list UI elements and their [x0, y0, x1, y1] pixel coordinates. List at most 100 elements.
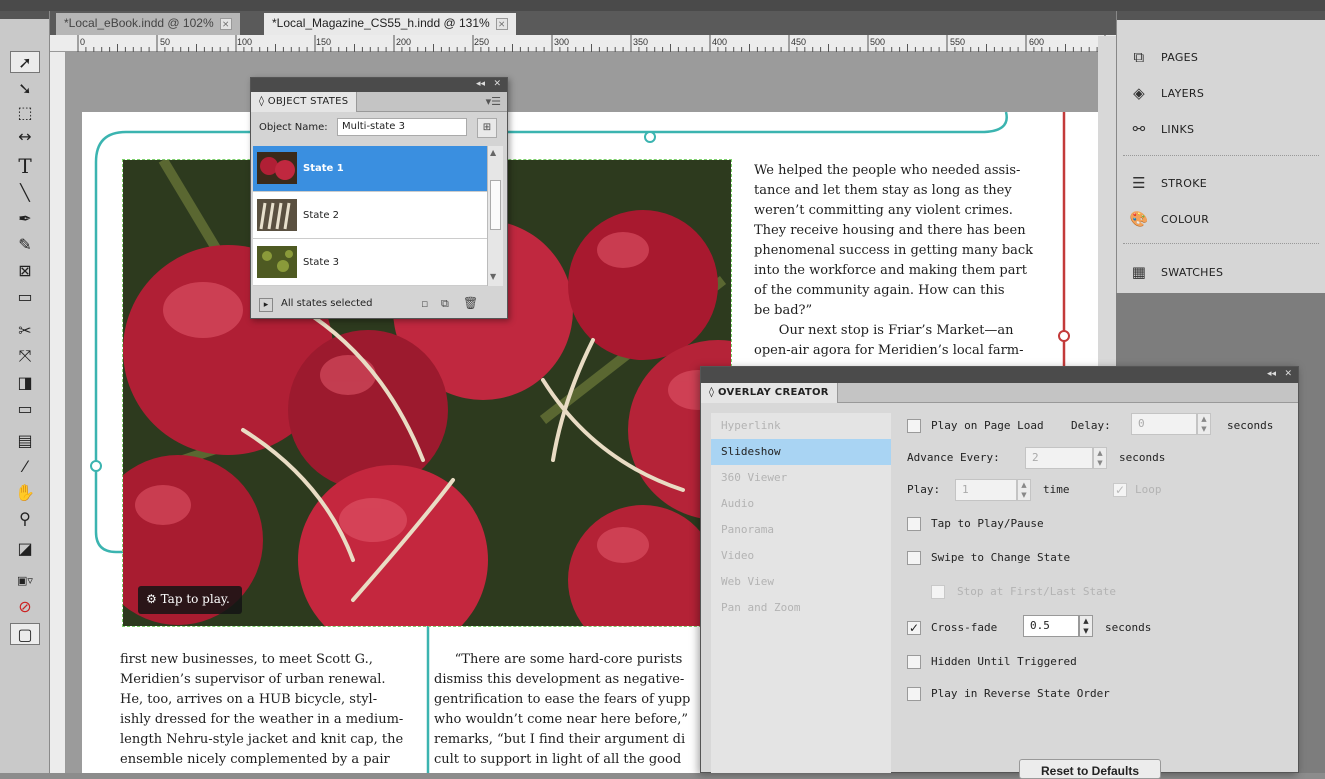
nav-pan-and-zoom[interactable]: Pan and Zoom [711, 595, 891, 621]
panel-dock-header[interactable] [1117, 11, 1325, 20]
direct-selection-tool-icon[interactable]: ➘ [10, 77, 40, 99]
play-label: Play: [907, 483, 941, 496]
eyedropper-tool-icon[interactable]: ⁄ [10, 455, 40, 477]
page-tool-icon[interactable]: ⬚ [10, 101, 40, 123]
swipe-checkbox[interactable] [907, 551, 921, 565]
stop-at-first-last-checkbox[interactable] [931, 585, 945, 599]
rectangle-tool-icon[interactable]: ▭ [10, 285, 40, 307]
state-list-scrollbar[interactable]: ▲ ▼ [487, 146, 503, 286]
reverse-order-label: Play in Reverse State Order [931, 687, 1110, 700]
nav-360-viewer[interactable]: 360 Viewer [711, 465, 891, 491]
advance-every-stepper[interactable]: ▲ ▼ [1093, 447, 1107, 469]
reset-to-defaults-button[interactable]: Reset to Defaults [1019, 759, 1161, 779]
nav-slideshow[interactable]: Slideshow [711, 439, 891, 465]
tap-to-play-badge[interactable]: ⚙ Tap to play. [138, 586, 242, 614]
tools-panel-header[interactable] [0, 11, 49, 19]
crossfade-stepper[interactable]: ▲ ▼ [1079, 615, 1093, 637]
ruler-label: 100 [237, 37, 253, 47]
line-tool-icon[interactable]: ╲ [10, 181, 40, 203]
selection-tool-icon[interactable]: ➚ [10, 51, 40, 73]
delay-field[interactable]: 0 [1131, 413, 1197, 435]
pen-tool-icon[interactable]: ✒ [10, 207, 40, 229]
gradient-swatch-tool-icon[interactable]: ◨ [10, 371, 40, 393]
type-tool-icon[interactable]: T [10, 154, 40, 178]
article-column-right[interactable]: We helped the people who needed assis- t… [754, 161, 1094, 373]
article-column-middle[interactable]: “There are some hard-core purists dismis… [434, 650, 710, 773]
state-row[interactable]: State 1 [253, 146, 487, 192]
nav-panorama[interactable]: Panorama [711, 517, 891, 543]
new-state-icon[interactable]: ⧉ [441, 297, 449, 311]
horizontal-ruler[interactable]: 0 50 100 150 200 250 300 350 400 450 500… [50, 35, 1116, 52]
scroll-up-icon[interactable]: ▲ [490, 148, 496, 157]
panel-layers[interactable]: ◈ LAYERS [1127, 79, 1317, 107]
trash-icon[interactable]: 🗑 [463, 296, 478, 310]
preview-icon[interactable]: ▸ [259, 298, 273, 312]
close-icon[interactable]: ⨯ [495, 18, 508, 30]
document-tab-bar: *Local_eBook.indd @ 102% ⨯ *Local_Magazin… [50, 11, 1116, 35]
screen-mode-icon[interactable]: ▢ [10, 623, 40, 645]
path-handle[interactable] [644, 131, 656, 143]
advance-every-field[interactable]: 2 [1025, 447, 1093, 469]
rectangle-frame-tool-icon[interactable]: ⊠ [10, 259, 40, 281]
zoom-tool-icon[interactable]: ⚲ [10, 507, 40, 529]
document-tab-magazine[interactable]: *Local_Magazine_CS55_h.indd @ 131% ⨯ [264, 13, 516, 35]
nav-video[interactable]: Video [711, 543, 891, 569]
nav-web-view[interactable]: Web View [711, 569, 891, 595]
collapse-icon[interactable]: ◂◂ [1267, 369, 1276, 379]
panel-pages[interactable]: ⧉ PAGES [1127, 43, 1317, 71]
state-row[interactable]: State 2 [253, 193, 487, 239]
note-tool-icon[interactable]: ▤ [10, 429, 40, 451]
gradient-feather-tool-icon[interactable]: ▭ [10, 397, 40, 419]
panel-menu-icon[interactable]: ▾☰ [486, 95, 501, 108]
panel-label: SWATCHES [1161, 265, 1224, 279]
formatting-icon[interactable]: ▣▿ [10, 569, 40, 591]
panel-stroke[interactable]: ☰ STROKE [1127, 169, 1317, 197]
crossfade-checkbox[interactable]: ✓ [907, 621, 921, 635]
pencil-tool-icon[interactable]: ✎ [10, 233, 40, 255]
scrollbar-thumb[interactable] [490, 180, 501, 230]
time-label: time [1043, 483, 1070, 496]
panel-colour[interactable]: 🎨 COLOUR [1127, 205, 1317, 233]
tap-to-play-checkbox[interactable] [907, 517, 921, 531]
document-tab-ebook[interactable]: *Local_eBook.indd @ 102% ⨯ [56, 13, 240, 35]
fill-stroke-icon[interactable]: ◪ [10, 537, 40, 559]
article-column-left[interactable]: first new businesses, to meet Scott G., … [120, 650, 420, 773]
hidden-until-triggered-checkbox[interactable] [907, 655, 921, 669]
close-icon[interactable]: ✕ [1284, 369, 1292, 379]
ruler-label: 50 [160, 37, 171, 47]
play-count-stepper[interactable]: ▲ ▼ [1017, 479, 1031, 501]
crossfade-field[interactable]: 0.5 [1023, 615, 1079, 637]
collapse-icon[interactable]: ◂◂ [476, 79, 485, 89]
close-icon[interactable]: ✕ [493, 79, 501, 89]
state-label: State 3 [303, 257, 340, 268]
hand-tool-icon[interactable]: ✋ [10, 481, 40, 503]
release-state-icon[interactable]: ▫ [421, 297, 428, 310]
play-on-page-load-checkbox[interactable] [907, 419, 921, 433]
state-thumbnail [257, 152, 297, 184]
object-name-field[interactable]: Multi-state 3 [337, 118, 467, 136]
nav-hyperlink[interactable]: Hyperlink [711, 413, 891, 439]
object-states-titlebar[interactable]: ◂◂ ✕ [251, 78, 507, 92]
reverse-order-checkbox[interactable] [907, 687, 921, 701]
close-icon[interactable]: ⨯ [219, 18, 232, 30]
tab-overlay-creator[interactable]: ◊ OVERLAY CREATOR [701, 383, 838, 403]
delay-stepper[interactable]: ▲ ▼ [1197, 413, 1211, 435]
play-count-field[interactable]: 1 [955, 479, 1017, 501]
panel-label: LAYERS [1161, 86, 1205, 100]
right-panel-dock: ⧉ PAGES ◈ LAYERS ⚯ LINKS ☰ STROKE 🎨 COLOUR ▦ S… [1116, 11, 1325, 293]
panel-links[interactable]: ⚯ LINKS [1127, 115, 1317, 143]
gap-tool-icon[interactable]: ↔ [10, 125, 40, 147]
apply-none-icon[interactable]: ⊘ [10, 595, 40, 617]
state-row[interactable]: State 3 [253, 240, 487, 286]
scroll-down-icon[interactable]: ▼ [490, 272, 496, 281]
nav-audio[interactable]: Audio [711, 491, 891, 517]
tab-object-states[interactable]: ◊ OBJECT STATES [251, 92, 358, 112]
convert-icon[interactable]: ⊞ [477, 118, 497, 138]
vertical-ruler[interactable] [50, 52, 66, 773]
scissors-tool-icon[interactable]: ✂ [10, 319, 40, 341]
panel-swatches[interactable]: ▦ SWATCHES [1127, 258, 1317, 286]
free-transform-tool-icon[interactable]: ⤧ [10, 345, 40, 367]
overlay-creator-titlebar[interactable]: ◂◂ ✕ [701, 367, 1298, 383]
loop-checkbox[interactable]: ✓ [1113, 483, 1127, 497]
path-handle[interactable] [90, 460, 102, 472]
